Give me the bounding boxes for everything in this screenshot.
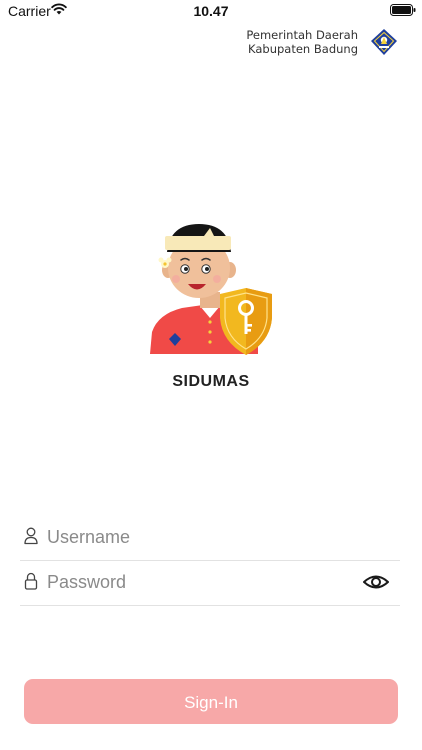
password-input[interactable] <box>47 569 347 595</box>
eye-icon[interactable] <box>362 571 390 593</box>
government-name-line1: Pemerintah Daerah <box>246 28 358 42</box>
sign-in-button[interactable]: Sign-In <box>24 679 398 724</box>
lock-icon <box>24 572 38 590</box>
username-input[interactable] <box>47 524 347 550</box>
user-icon <box>24 527 38 545</box>
status-bar: Carrier 10.47 <box>0 0 422 22</box>
mascot-illustration <box>150 224 272 355</box>
status-time: 10.47 <box>193 3 229 19</box>
government-header: Pemerintah Daerah Kabupaten Badung <box>246 28 398 56</box>
password-field <box>20 561 400 606</box>
badung-crest-logo <box>371 29 397 55</box>
app-title: SIDUMAS <box>172 373 250 390</box>
government-name: Pemerintah Daerah Kabupaten Badung <box>246 28 358 56</box>
username-field <box>20 516 400 561</box>
government-name-line2: Kabupaten Badung <box>248 42 358 56</box>
battery-icon <box>390 4 416 16</box>
